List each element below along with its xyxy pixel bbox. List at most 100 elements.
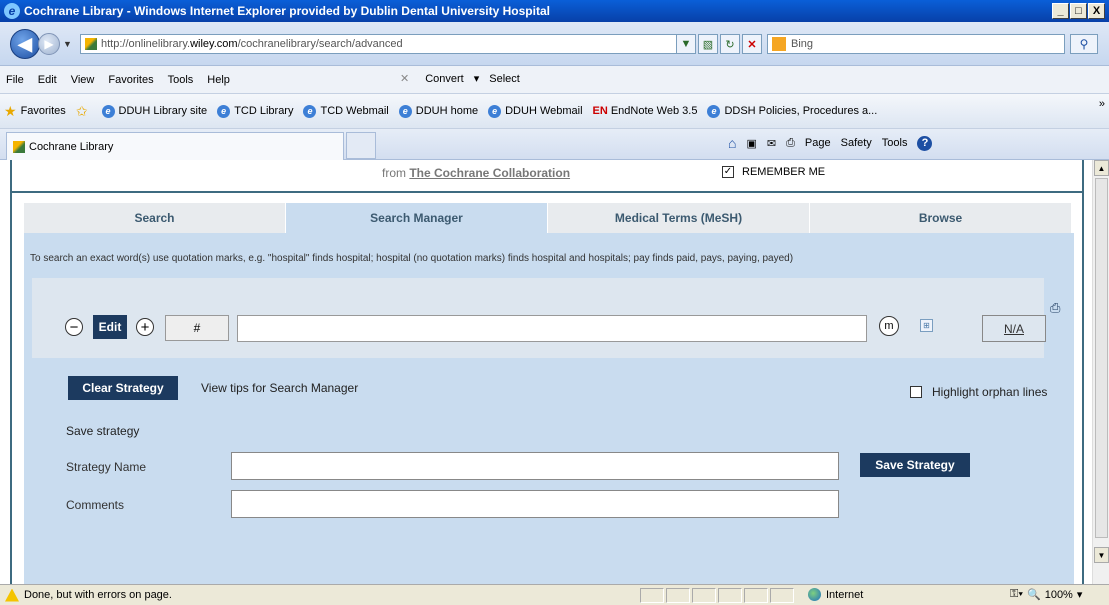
- back-arrow-icon[interactable]: ◀: [10, 29, 40, 59]
- favorite-link[interactable]: e TCD Library: [217, 104, 293, 118]
- safety-menu[interactable]: Safety: [841, 137, 872, 149]
- menu-tools[interactable]: Tools: [168, 74, 194, 86]
- mesh-button[interactable]: m: [879, 316, 899, 336]
- from-line: from The Cochrane Collaboration: [382, 166, 571, 180]
- select-button[interactable]: Select: [489, 73, 520, 85]
- print-icon[interactable]: ⎙: [786, 137, 795, 150]
- cochrane-collaboration-link[interactable]: The Cochrane Collaboration: [409, 166, 570, 180]
- vertical-scrollbar[interactable]: ▲ ▼: [1092, 160, 1109, 584]
- ie-page-icon: e: [488, 104, 502, 118]
- browser-tab[interactable]: Cochrane Library: [6, 132, 344, 160]
- status-cell: [666, 588, 690, 603]
- status-cell: [770, 588, 794, 603]
- title-bar: e Cochrane Library - Windows Internet Ex…: [0, 0, 1109, 22]
- help-icon[interactable]: ?: [917, 135, 933, 151]
- favorites-button[interactable]: ★ Favorites: [4, 103, 66, 120]
- print-icon[interactable]: ⎙: [1050, 300, 1064, 315]
- add-star-icon: ✩: [75, 102, 88, 119]
- menu-help[interactable]: Help: [207, 74, 230, 86]
- save-strategy-button[interactable]: Save Strategy: [860, 453, 970, 477]
- header-divider: [12, 191, 1082, 193]
- highlight-orphan-option[interactable]: Highlight orphan lines: [910, 385, 1047, 399]
- tab-browse[interactable]: Browse: [810, 203, 1072, 233]
- search-line-input[interactable]: [237, 315, 867, 342]
- scroll-down-icon[interactable]: ▼: [1094, 547, 1109, 563]
- mail-icon[interactable]: ✉: [767, 137, 776, 150]
- close-toolbar-icon[interactable]: ✕: [400, 72, 409, 85]
- maximize-button[interactable]: □: [1070, 3, 1087, 19]
- close-button[interactable]: X: [1088, 3, 1105, 19]
- favorite-link[interactable]: e DDUH Webmail: [488, 104, 583, 118]
- strategy-name-label: Strategy Name: [66, 460, 147, 474]
- forward-arrow-icon[interactable]: ▶: [38, 33, 60, 55]
- scroll-up-icon[interactable]: ▲: [1094, 160, 1109, 176]
- search-input[interactable]: Bing: [767, 34, 1065, 54]
- add-line-button[interactable]: +: [136, 318, 154, 336]
- warning-icon[interactable]: [5, 588, 19, 602]
- chevron-right-icon[interactable]: »: [1099, 98, 1105, 110]
- ie-page-icon: e: [707, 104, 721, 118]
- address-input[interactable]: http://onlinelibrary. wiley.com/cochranel…: [80, 34, 692, 54]
- url-dropdown-icon[interactable]: ▼: [676, 34, 696, 54]
- menu-view[interactable]: View: [71, 74, 95, 86]
- highlight-orphan-label: Highlight orphan lines: [932, 385, 1048, 399]
- remember-me-checkbox[interactable]: ✓: [722, 166, 734, 178]
- search-icon[interactable]: ⚲: [1070, 34, 1098, 54]
- window-title: Cochrane Library - Windows Internet Expl…: [24, 4, 550, 18]
- status-message[interactable]: Done, but with errors on page.: [24, 589, 172, 601]
- tools-menu[interactable]: Tools: [882, 137, 908, 149]
- highlight-orphan-checkbox[interactable]: [910, 386, 922, 398]
- favorite-link[interactable]: e DDUH Library site: [101, 104, 207, 118]
- clear-strategy-button[interactable]: Clear Strategy: [68, 376, 178, 400]
- comments-input[interactable]: [231, 490, 839, 518]
- star-icon: ★: [4, 102, 17, 119]
- ie-logo-icon: e: [4, 3, 20, 19]
- remember-me[interactable]: ✓ REMEMBER ME: [722, 166, 825, 178]
- tab-search-manager[interactable]: Search Manager: [286, 203, 548, 233]
- feeds-icon[interactable]: ▣: [746, 137, 756, 150]
- zoom-control[interactable]: ⚿▾ 🔍 100% ▾: [1010, 588, 1082, 601]
- browser-tab-bar: Cochrane Library ⌂ ▣ ✉ ⎙ Page Safety Too…: [0, 129, 1109, 160]
- stop-icon[interactable]: ✕: [742, 34, 762, 54]
- browser-tab-title: Cochrane Library: [29, 140, 114, 153]
- home-icon[interactable]: ⌂: [728, 135, 736, 151]
- compatibility-icon[interactable]: ▧: [698, 34, 718, 54]
- pdf-toolbar: ✕ Convert ▾ Select: [400, 72, 520, 86]
- favorite-link[interactable]: e DDUH home: [398, 104, 478, 118]
- remove-line-button[interactable]: −: [65, 318, 83, 336]
- history-dropdown-icon[interactable]: ▼: [63, 39, 72, 49]
- tab-search[interactable]: Search: [24, 203, 286, 233]
- refresh-icon[interactable]: ↻: [720, 34, 740, 54]
- status-cells: [640, 588, 794, 603]
- add-favorite-button[interactable]: ✩: [76, 103, 92, 120]
- strategy-name-input[interactable]: [231, 452, 839, 480]
- address-toolbar: ◀ ▶ ▼ http://onlinelibrary. wiley.com/coc…: [0, 22, 1109, 66]
- favorite-link[interactable]: e DDSH Policies, Procedures a...: [707, 104, 877, 118]
- menu-favorites[interactable]: Favorites: [108, 74, 153, 86]
- zoom-dropdown-icon[interactable]: ▾: [1077, 588, 1083, 601]
- page-menu[interactable]: Page: [805, 137, 831, 149]
- favorite-link[interactable]: EN EndNote Web 3.5: [593, 105, 698, 117]
- menu-edit[interactable]: Edit: [38, 74, 57, 86]
- new-tab-button[interactable]: [346, 132, 376, 159]
- convert-button[interactable]: Convert: [425, 73, 464, 85]
- scroll-thumb[interactable]: [1095, 178, 1108, 538]
- hierarchy-icon[interactable]: ⊞: [920, 319, 933, 332]
- favorite-link[interactable]: e TCD Webmail: [303, 104, 389, 118]
- search-engine-label: Bing: [791, 38, 814, 50]
- view-tips-link[interactable]: View tips for Search Manager: [201, 381, 358, 395]
- edit-button[interactable]: Edit: [93, 315, 127, 339]
- ie-page-icon: e: [398, 104, 412, 118]
- dropdown-icon[interactable]: ▾: [474, 72, 480, 85]
- status-cell: [744, 588, 768, 603]
- menu-file[interactable]: File: [6, 74, 24, 86]
- results-count[interactable]: N/A: [982, 315, 1046, 342]
- url-prefix: http://onlinelibrary.: [101, 38, 191, 50]
- tab-medical-terms[interactable]: Medical Terms (MeSH): [548, 203, 810, 233]
- search-tabs: Search Search Manager Medical Terms (MeS…: [24, 203, 1074, 233]
- menu-bar: File Edit View Favorites Tools Help ✕ Co…: [0, 66, 1109, 94]
- search-tip: To search an exact word(s) use quotation…: [30, 253, 794, 264]
- protected-mode-icon[interactable]: ⚿▾: [1010, 588, 1023, 601]
- comments-label: Comments: [66, 498, 125, 512]
- minimize-button[interactable]: _: [1052, 3, 1069, 19]
